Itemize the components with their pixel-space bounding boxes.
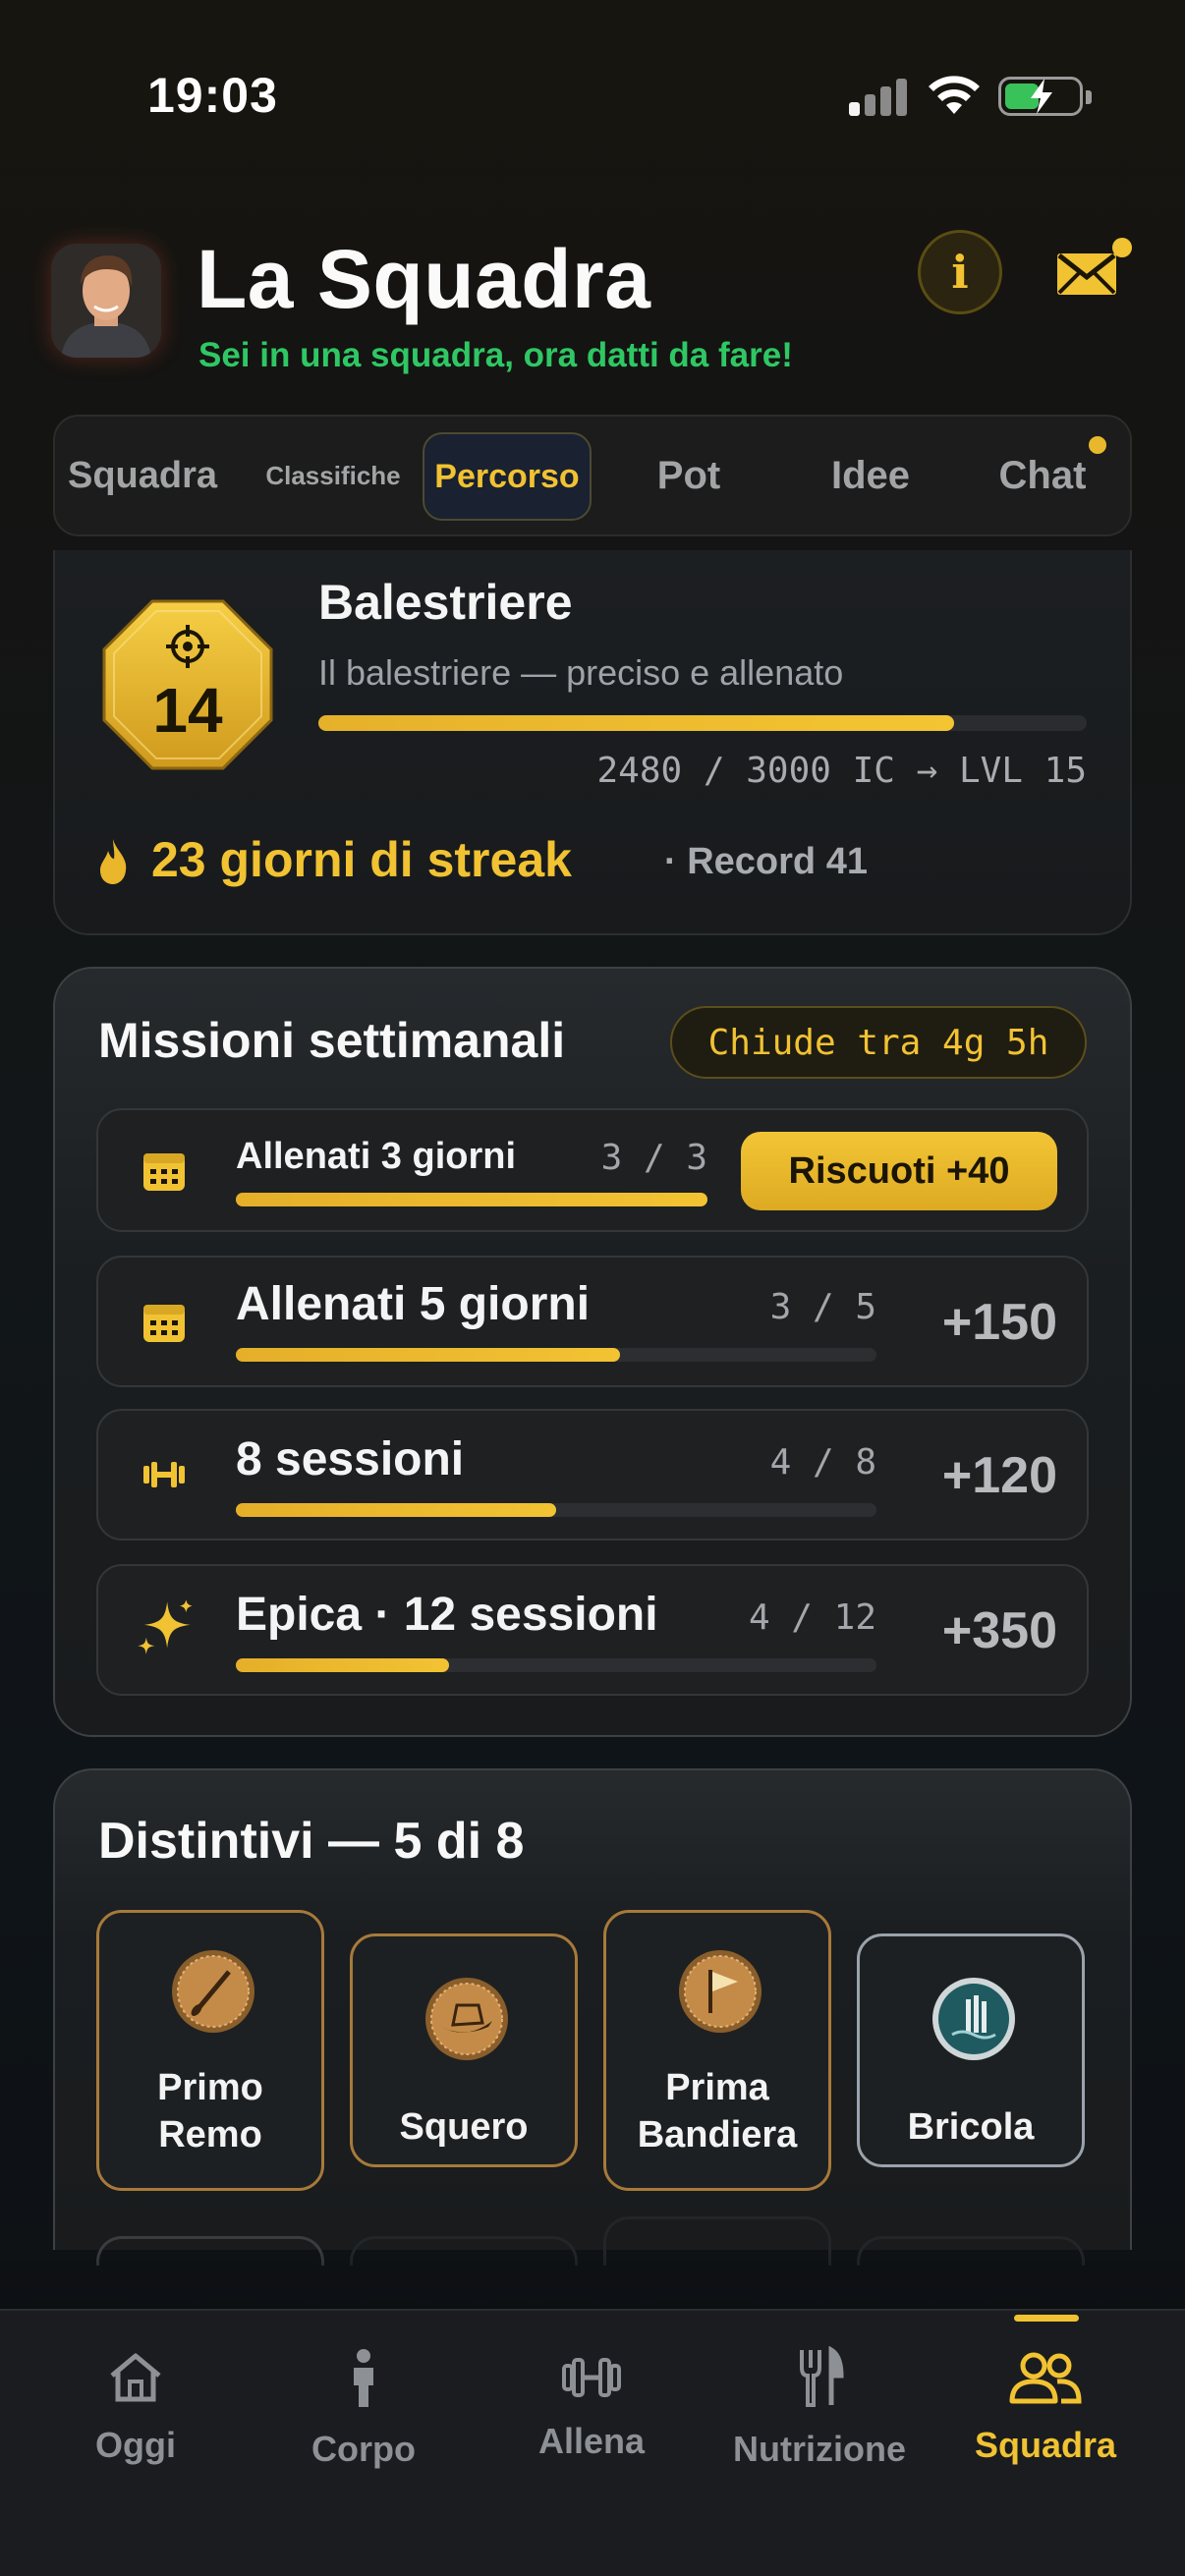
mission-label: Epica · 12 sessioni — [236, 1589, 658, 1641]
dumbbell-icon — [562, 2358, 621, 2397]
mission-count: 4 / 12 — [748, 1597, 876, 1638]
nav-oggi[interactable]: Oggi — [37, 2338, 234, 2495]
rank-description: Il balestriere — preciso e allenato — [318, 652, 844, 693]
mission-progress-bar — [236, 1658, 876, 1672]
active-tab-indicator — [1014, 2315, 1079, 2322]
wifi-icon — [929, 76, 980, 114]
rank-title: Balestriere — [318, 575, 573, 630]
home-icon — [110, 2353, 161, 2402]
tab-classifiche[interactable]: Classifiche — [230, 417, 436, 534]
mission-reward: +350 — [941, 1602, 1057, 1659]
nav-corpo[interactable]: Corpo — [265, 2338, 462, 2495]
page-subtitle: Sei in una squadra, ora datti da fare! — [198, 336, 793, 374]
person-icon — [354, 2349, 373, 2407]
badge-bricola[interactable]: Bricola — [857, 1933, 1085, 2167]
calendar-icon — [143, 1153, 185, 1191]
calendar-icon — [143, 1305, 185, 1342]
flame-icon — [100, 839, 127, 884]
badges-title: Distintivi — 5 di 8 — [98, 1813, 525, 1870]
info-icon: i — [951, 246, 969, 299]
gondola-medal-icon — [425, 1978, 508, 2060]
nav-allena[interactable]: Allena — [493, 2338, 690, 2495]
nav-squadra[interactable]: Squadra — [947, 2338, 1144, 2495]
tab-chat[interactable]: Chat — [959, 417, 1126, 534]
dumbbell-icon — [143, 1462, 185, 1487]
mission-label: 8 sessioni — [236, 1433, 465, 1485]
badge-squero[interactable]: Squero — [350, 1933, 578, 2167]
claim-reward-button[interactable]: Riscuoti +40 — [741, 1132, 1057, 1210]
badge-primo-remo[interactable]: Primo Remo — [96, 1910, 324, 2191]
nav-label: Squadra — [974, 2425, 1117, 2465]
team-icon — [1009, 2352, 1082, 2404]
nav-label: Allena — [537, 2421, 646, 2461]
info-button[interactable]: i — [918, 230, 1002, 314]
tab-idee[interactable]: Idee — [782, 417, 959, 534]
mission-progress-bar — [236, 1503, 876, 1517]
xp-text: 2480 / 3000 IC → LVL 15 — [596, 751, 1088, 791]
cellular-signal-icon — [849, 77, 908, 116]
nav-label: Corpo — [311, 2429, 416, 2469]
mission-progress-fill — [236, 1193, 707, 1206]
mission-progress-fill — [236, 1348, 621, 1362]
mission-label: Allenati 5 giorni — [236, 1278, 591, 1330]
mail-notification-dot — [1112, 238, 1132, 257]
battery-icon — [998, 77, 1092, 116]
mission-reward: +120 — [941, 1447, 1057, 1504]
mission-count: 4 / 8 — [769, 1442, 876, 1483]
mission-label: Allenati 3 giorni — [236, 1136, 517, 1177]
missions-deadline-badge: Chiude tra 4g 5h — [670, 1006, 1087, 1079]
badge-label: Squero — [399, 2106, 529, 2148]
mission-reward: +150 — [941, 1294, 1057, 1351]
nav-nutrizione[interactable]: Nutrizione — [721, 2338, 918, 2495]
avatar[interactable] — [51, 244, 161, 358]
tab-percorso[interactable]: Percorso — [423, 432, 592, 521]
missions-title: Missioni settimanali — [98, 1013, 566, 1068]
record-text: · Record 41 — [664, 841, 868, 882]
level-number: 14 — [152, 675, 223, 746]
oar-medal-icon — [172, 1950, 254, 2033]
badge-prima-bandiera[interactable]: Prima Bandiera — [603, 1910, 831, 2191]
xp-progress-fill — [318, 715, 954, 731]
mission-progress-fill — [236, 1658, 450, 1672]
bricola-medal-icon — [932, 1978, 1015, 2060]
page-title: La Squadra — [197, 233, 651, 325]
badge-label: Bandiera — [637, 2114, 798, 2156]
sparkle-icon — [138, 1599, 193, 1654]
status-time: 19:03 — [147, 68, 278, 123]
mission-progress-bar — [236, 1193, 707, 1206]
mission-count: 3 / 3 — [600, 1138, 707, 1178]
tab-pot[interactable]: Pot — [605, 417, 772, 534]
badge-label: Primo — [157, 2067, 263, 2108]
xp-progress-bar — [318, 715, 1087, 731]
nav-label: Nutrizione — [733, 2429, 906, 2469]
fork-knife-icon — [800, 2346, 844, 2407]
tab-squadra[interactable]: Squadra — [59, 417, 226, 534]
status-bar: 19:03 — [0, 0, 1185, 187]
badge-label: Remo — [158, 2114, 262, 2156]
section-tabs: Squadra Classifiche Percorso Pot Idee Ch… — [53, 415, 1132, 536]
mission-progress-fill — [236, 1503, 556, 1517]
mission-count: 3 / 5 — [769, 1287, 876, 1327]
streak-text: 23 giorni di streak — [151, 832, 572, 887]
nav-label: Oggi — [95, 2425, 176, 2465]
badge-label: Bricola — [907, 2106, 1035, 2148]
badge-label: Prima — [665, 2067, 769, 2108]
chat-notification-dot — [1089, 436, 1106, 454]
flag-medal-icon — [679, 1950, 762, 2033]
mission-progress-bar — [236, 1348, 876, 1362]
scroll-fade — [0, 2250, 1185, 2309]
